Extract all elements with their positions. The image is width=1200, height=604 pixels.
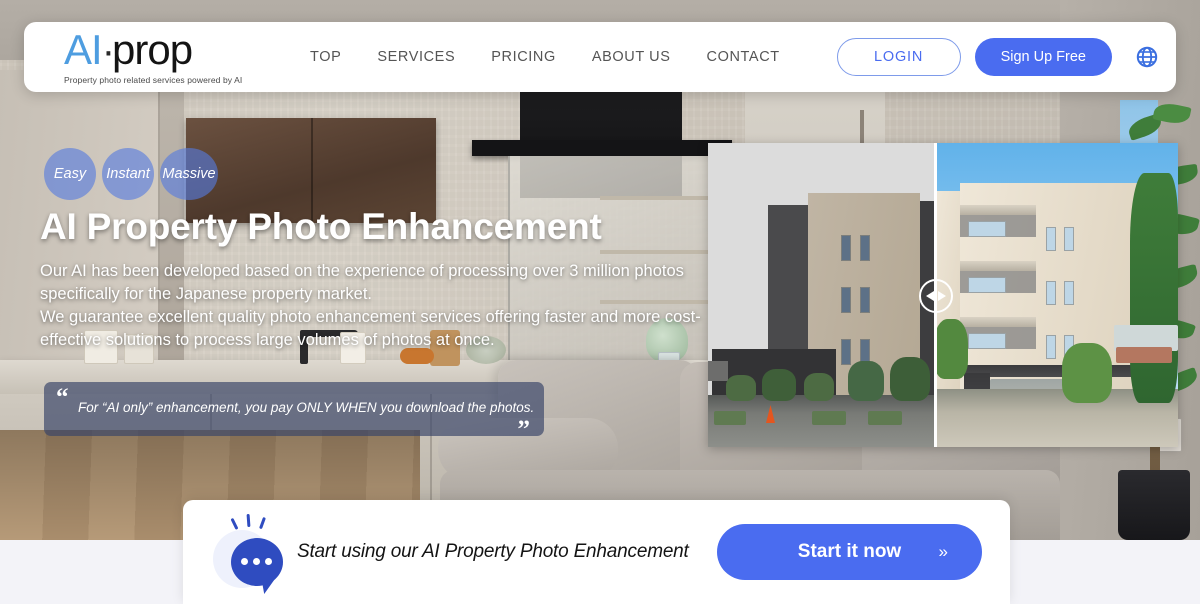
quote-text: For “AI only” enhancement, you pay ONLY … bbox=[78, 400, 535, 415]
logo[interactable]: AI · prop Property photo related service… bbox=[64, 26, 274, 86]
comparison-slider-handle[interactable] bbox=[919, 279, 953, 313]
hero-description-line-1: Our AI has been developed based on the e… bbox=[40, 262, 684, 280]
logo-secondary-text: prop bbox=[112, 26, 193, 73]
badge-easy: Easy bbox=[44, 148, 96, 200]
badge-massive: Massive bbox=[160, 148, 218, 200]
hero-description: Our AI has been developed based on the e… bbox=[40, 260, 720, 352]
chevron-right-icon: » bbox=[938, 542, 948, 561]
before-after-comparison[interactable] bbox=[708, 143, 1178, 447]
hero-description-line-4: effective solutions to process large vol… bbox=[40, 331, 495, 349]
quote-open-mark: “ bbox=[56, 384, 69, 411]
before-image bbox=[708, 143, 934, 447]
logo-wordmark: AI · prop bbox=[64, 26, 274, 73]
logo-primary-text: AI bbox=[64, 26, 103, 73]
chat-bubble-icon bbox=[205, 513, 291, 594]
badge-label: Massive bbox=[162, 166, 216, 182]
hero-description-line-2: specifically for the Japanese property m… bbox=[40, 285, 372, 303]
quote-close-mark: ” bbox=[517, 416, 531, 443]
nav-item-contact[interactable]: CONTACT bbox=[707, 49, 780, 65]
hero-description-line-3: We guarantee excellent quality photo enh… bbox=[40, 308, 701, 326]
left-arrow-icon bbox=[926, 291, 934, 301]
page-root: Easy Instant Massive AI Property Photo E… bbox=[0, 0, 1200, 604]
feature-badges: Easy Instant Massive bbox=[44, 148, 218, 200]
login-button[interactable]: LOGIN bbox=[836, 38, 961, 76]
nav-item-top[interactable]: TOP bbox=[310, 49, 341, 65]
header-actions: LOGIN Sign Up Free bbox=[836, 38, 1160, 76]
globe-icon[interactable] bbox=[1134, 44, 1160, 70]
pricing-quote-box: “ For “AI only” enhancement, you pay ONL… bbox=[44, 382, 544, 443]
hero-title: AI Property Photo Enhancement bbox=[40, 206, 602, 247]
nav-item-services[interactable]: SERVICES bbox=[377, 49, 455, 65]
signup-button[interactable]: Sign Up Free bbox=[974, 38, 1112, 76]
site-header: AI · prop Property photo related service… bbox=[24, 22, 1176, 92]
cta-bar: Start using our AI Property Photo Enhanc… bbox=[183, 500, 1010, 604]
badge-instant: Instant bbox=[102, 148, 154, 200]
nav-item-about-us[interactable]: ABOUT US bbox=[592, 49, 671, 65]
nav-item-pricing[interactable]: PRICING bbox=[491, 49, 556, 65]
start-it-now-label: Start it now bbox=[797, 541, 902, 562]
start-it-now-button[interactable]: Start it now » bbox=[717, 524, 982, 580]
badge-label: Instant bbox=[106, 166, 150, 182]
badge-label: Easy bbox=[53, 166, 87, 182]
main-navigation: TOP SERVICES PRICING ABOUT US CONTACT bbox=[310, 49, 780, 65]
right-arrow-icon bbox=[938, 291, 946, 301]
cta-text: Start using our AI Property Photo Enhanc… bbox=[297, 541, 689, 562]
logo-tagline: Property photo related services powered … bbox=[64, 75, 243, 85]
after-image bbox=[934, 143, 1178, 447]
